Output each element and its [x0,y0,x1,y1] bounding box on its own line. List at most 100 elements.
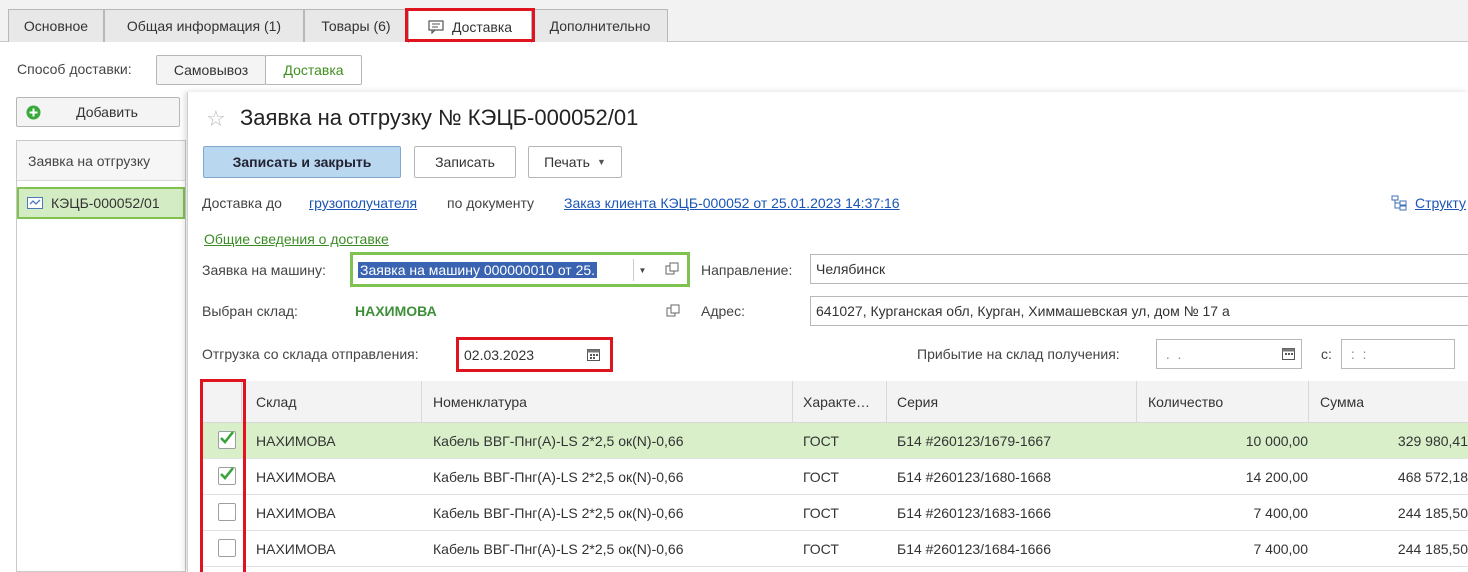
arrival-time-field[interactable]: : : [1341,339,1455,369]
delivery-label: Доставка [283,62,344,78]
direction-field[interactable]: Челябинск [810,254,1468,284]
row-checkbox[interactable] [218,431,236,449]
cell-series: Б14 #260123/1683-1666 [897,505,1051,521]
table-row[interactable]: НАХИМОВА Кабель ВВГ-Пнг(А)-LS 2*2,5 ок(N)… [202,495,1468,531]
vehicle-request-value: Заявка на машину 000000010 от 25. [358,261,598,278]
checkmark-icon [220,431,235,444]
cell-warehouse: НАХИМОВА [256,433,336,449]
column-characteristic[interactable]: Характе… [803,381,870,423]
tab-label: Дополнительно [549,18,651,34]
cell-characteristic: ГОСТ [803,433,839,449]
print-label: Печать [544,154,590,170]
delivery-button[interactable]: Доставка [265,55,362,85]
tab-label: Товары (6) [321,18,391,34]
row-checkbox[interactable] [218,467,236,485]
address-value: 641027, Курганская обл, Курган, Химмашев… [816,303,1230,319]
row-checkbox[interactable] [218,503,236,521]
calendar-icon[interactable] [1282,347,1295,363]
cell-nomenclature: Кабель ВВГ-Пнг(А)-LS 2*2,5 ок(N)-0,66 [433,469,684,485]
cell-characteristic: ГОСТ [803,469,839,485]
delivery-to-label: Доставка до [202,195,282,211]
ship-date-field[interactable]: 02.03.2023 [456,337,613,372]
open-icon[interactable] [665,262,679,279]
list-item[interactable]: КЭЦБ-000052/01 [17,187,185,219]
cell-quantity: 7 400,00 [1253,541,1309,557]
warehouse-field[interactable]: НАХИМОВА [350,296,690,326]
save-and-close-label: Записать и закрыть [232,154,372,170]
address-field[interactable]: 641027, Курганская обл, Курган, Химмашев… [810,296,1468,326]
arrival-time-label: с: [1321,346,1332,362]
structure-icon[interactable] [1391,195,1407,214]
document-link[interactable]: Заказ клиента КЭЦБ-000052 от 25.01.2023 … [564,195,900,211]
plus-circle-icon [26,105,41,123]
save-and-close-button[interactable]: Записать и закрыть [203,146,401,178]
arrival-time-value: : : [1347,346,1367,362]
column-series[interactable]: Серия [897,381,938,423]
shipment-request-list: Заявка на отгрузку КЭЦБ-000052/01 [16,140,186,572]
list-item-label: КЭЦБ-000052/01 [51,195,160,211]
ship-date-label: Отгрузка со склада отправления: [202,346,419,362]
structure-link[interactable]: Структу [1415,195,1466,211]
chevron-down-icon[interactable]: ▼ [633,259,651,281]
add-button[interactable]: Добавить [16,97,180,127]
comment-icon [428,19,444,34]
pickup-button[interactable]: Самовывоз [156,55,266,85]
arrival-date-value: . . [1162,346,1182,362]
vehicle-request-label: Заявка на машину: [202,262,326,278]
table-header: Склад Номенклатура Характе… Серия Количе… [202,381,1468,423]
tab-additional[interactable]: Дополнительно [532,9,668,42]
cell-characteristic: ГОСТ [803,505,839,521]
warehouse-label: Выбран склад: [202,303,298,319]
checkmark-icon [220,467,235,480]
consignee-link[interactable]: грузополучателя [309,195,417,211]
vehicle-request-field[interactable]: Заявка на машину 000000010 от 25. ▼ [350,252,690,287]
column-nomenclature[interactable]: Номенклатура [433,381,527,423]
column-warehouse[interactable]: Склад [256,381,297,423]
document-icon [27,197,43,209]
tab-strip: Основное Общая информация (1) Товары (6)… [0,0,1468,43]
cell-quantity: 7 400,00 [1253,505,1309,521]
table-row[interactable]: НАХИМОВА Кабель ВВГ-Пнг(А)-LS 2*2,5 ок(N)… [202,423,1468,459]
tab-label: Общая информация (1) [126,18,282,34]
print-button[interactable]: Печать ▼ [528,146,622,178]
cell-quantity: 14 200,00 [1245,469,1308,485]
save-button[interactable]: Записать [414,146,516,178]
ship-date-value: 02.03.2023 [464,346,535,363]
arrival-label: Прибытие на склад получения: [917,346,1120,362]
star-icon[interactable]: ☆ [206,106,226,132]
cell-sum: 329 980,41 [1397,433,1468,449]
table-row[interactable]: НАХИМОВА Кабель ВВГ-Пнг(А)-LS 2*2,5 ок(N)… [202,459,1468,495]
arrival-date-field[interactable]: . . [1156,339,1302,369]
address-label: Адрес: [701,303,745,319]
general-info-link[interactable]: Общие сведения о доставке [204,231,389,247]
shipment-request-form: ☆ Заявка на отгрузку № КЭЦБ-000052/01 За… [187,92,1468,572]
tab-goods[interactable]: Товары (6) [304,9,408,42]
chevron-down-icon: ▼ [596,157,606,167]
row-checkbox[interactable] [218,539,236,557]
tab-label: Основное [23,18,89,34]
page-title: Заявка на отгрузку № КЭЦБ-000052/01 [240,105,639,130]
delivery-mode-label: Способ доставки: [17,61,132,77]
column-sum[interactable]: Сумма [1320,381,1364,423]
table-row[interactable]: НАХИМОВА Кабель ВВГ-Пнг(А)-LS 2*2,5 ок(N)… [202,531,1468,567]
cell-warehouse: НАХИМОВА [256,505,336,521]
cell-series: Б14 #260123/1679-1667 [897,433,1051,449]
open-icon[interactable] [666,304,680,321]
direction-label: Направление: [701,262,793,278]
save-label: Записать [435,154,495,170]
column-quantity[interactable]: Количество [1148,381,1223,423]
cell-quantity: 10 000,00 [1245,433,1308,449]
cell-sum: 244 185,50 [1397,505,1468,521]
cell-series: Б14 #260123/1684-1666 [897,541,1051,557]
tab-delivery[interactable]: Доставка [408,9,532,43]
cell-warehouse: НАХИМОВА [256,469,336,485]
tab-general-info[interactable]: Общая информация (1) [104,9,304,42]
cell-nomenclature: Кабель ВВГ-Пнг(А)-LS 2*2,5 ок(N)-0,66 [433,433,684,449]
warehouse-value: НАХИМОВА [355,303,437,319]
cell-nomenclature: Кабель ВВГ-Пнг(А)-LS 2*2,5 ок(N)-0,66 [433,541,684,557]
tab-main[interactable]: Основное [8,9,104,42]
cell-nomenclature: Кабель ВВГ-Пнг(А)-LS 2*2,5 ок(N)-0,66 [433,505,684,521]
calendar-icon[interactable] [587,348,600,364]
pickup-label: Самовывоз [173,62,249,78]
cell-series: Б14 #260123/1680-1668 [897,469,1051,485]
